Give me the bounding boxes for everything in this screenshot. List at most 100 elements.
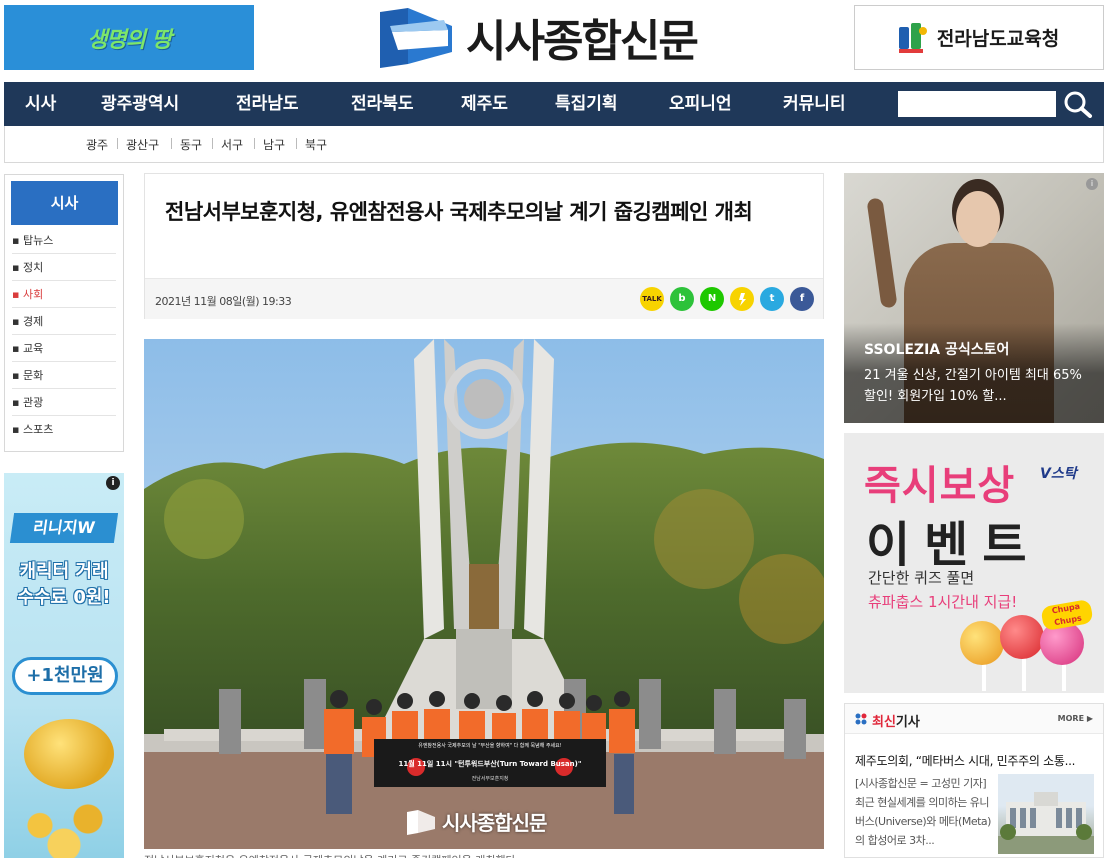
subnav-divider bbox=[117, 138, 118, 149]
ad-model-arm bbox=[866, 197, 898, 309]
sidebar-item-politics[interactable]: ▪ 정치 bbox=[12, 254, 116, 281]
left-game-ad[interactable]: i 리니지W 캐릭터 거래 수수료 0원! +1천만원 bbox=[4, 473, 124, 858]
kakaotalk-share-icon[interactable]: TALK bbox=[640, 287, 664, 311]
nav-item-opinion[interactable]: 오피니언 bbox=[669, 82, 732, 126]
chupa-chups-logo: Chupa Chups bbox=[1040, 598, 1094, 632]
latest-title-rest: 기사 bbox=[895, 715, 920, 730]
search-input[interactable] bbox=[898, 91, 1056, 117]
lollipop-icon bbox=[1000, 615, 1044, 659]
right-event-ad[interactable]: 즉시보상 V스탁 이벤트 간단한 퀴즈 풀면 츄파춥스 1시간내 지급! Chu… bbox=[844, 433, 1104, 693]
article-photo: 유엔참전용사 국제추모의 날 "부산을 향하여" 다 함께 묵념해 주세요! 1… bbox=[144, 339, 824, 849]
latest-thumbnail[interactable] bbox=[998, 774, 1094, 854]
subnav-item-dong[interactable]: 동구 bbox=[180, 136, 202, 153]
photo-banner-line2: 11월 11일 11시 "턴투워드부산(Turn Toward Busan)" bbox=[398, 760, 582, 768]
sidebar-item-label: 관광 bbox=[22, 396, 44, 409]
sidebar-item-topnews[interactable]: ▪ 탑뉴스 bbox=[12, 227, 116, 254]
nav-item-gwangju[interactable]: 광주광역시 bbox=[101, 82, 179, 126]
sidebar-title[interactable]: 시사 bbox=[11, 181, 118, 225]
latest-news-title: 최신기사 bbox=[872, 711, 920, 730]
subnav-item-gwangsan[interactable]: 광산구 bbox=[126, 136, 159, 153]
subnav-item-seo[interactable]: 서구 bbox=[221, 136, 243, 153]
sidebar-item-label: 문화 bbox=[22, 369, 44, 382]
sidebar-item-culture[interactable]: ▪ 문화 bbox=[12, 362, 116, 389]
left-ad-pill: +1천만원 bbox=[12, 657, 118, 695]
event-ad-line2: 이벤트 bbox=[866, 517, 1041, 573]
photo-banner-line1: 유엔참전용사 국제추모의 날 "부산을 향하여" 다 함께 묵념해 주세요! bbox=[418, 743, 562, 749]
kakaostory-share-icon[interactable] bbox=[730, 287, 754, 311]
watermark-logo-icon bbox=[407, 809, 435, 835]
latest-body[interactable]: [시사종합신문 = 고성민 기자] 최근 현실세계를 의미하는 유니버스(Uni… bbox=[855, 774, 995, 850]
nav-item-community[interactable]: 커뮤니티 bbox=[783, 82, 846, 126]
subnav-item-gwangju[interactable]: 광주 bbox=[86, 136, 108, 153]
naver-share-icon[interactable]: N bbox=[700, 287, 724, 311]
subnav-divider bbox=[296, 138, 297, 149]
page: 생명의 땅 시사종합신문 전라남도교육청 시사 광주광역시 전라남도 전라북도 … bbox=[0, 0, 1108, 858]
photo-banner-line3: 전남서부보훈지청 bbox=[471, 776, 509, 782]
event-ad-line1: 즉시보상 bbox=[864, 463, 1016, 509]
photo-watermark: 시사종합신문 bbox=[406, 807, 547, 836]
education-office-emblem-icon bbox=[898, 22, 927, 53]
nav-item-special[interactable]: 특집기획 bbox=[555, 82, 618, 126]
nav-item-jeonnam[interactable]: 전라남도 bbox=[236, 82, 299, 126]
band-share-icon[interactable]: b bbox=[670, 287, 694, 311]
logo-book-icon bbox=[378, 6, 454, 68]
header-right-banner[interactable]: 전라남도교육청 bbox=[854, 5, 1104, 70]
search-box bbox=[883, 82, 1104, 126]
fashion-ad-text: 21 겨울 신상, 간절기 아이템 최대 65% 할인! 회원가입 10% 할.… bbox=[864, 368, 1082, 404]
left-ad-line1: 캐릭터 거래 bbox=[19, 561, 109, 582]
subnav-divider bbox=[171, 138, 172, 149]
logo-text: 시사종합신문 bbox=[466, 16, 699, 67]
article-meta-bar: 2021년 11월 08일(월) 19:33 TALK b N t f bbox=[145, 278, 823, 319]
nav-item-jeonbuk[interactable]: 전라북도 bbox=[351, 82, 414, 126]
coins-icon bbox=[4, 793, 124, 858]
latest-dots-icon bbox=[855, 713, 867, 725]
subnav-item-nam[interactable]: 남구 bbox=[263, 136, 285, 153]
event-ad-line4: 츄파춥스 1시간내 지급! bbox=[868, 593, 1018, 611]
piggy-bank-icon bbox=[24, 719, 114, 789]
right-fashion-ad[interactable]: i SSOLEZIA 공식스토어 21 겨울 신상, 간절기 아이템 최대 65… bbox=[844, 173, 1104, 423]
article-header: 전남서부보훈지청, 유엔참전용사 국제추모의날 계기 줍깅캠페인 개최 2021… bbox=[144, 173, 824, 319]
sidebar-item-education[interactable]: ▪ 교육 bbox=[12, 335, 116, 362]
sidebar-item-label: 교육 bbox=[22, 342, 44, 355]
left-banner-text: 생명의 땅 bbox=[87, 27, 172, 53]
event-ad-line3: 간단한 퀴즈 풀면 bbox=[868, 569, 975, 587]
facebook-share-icon[interactable]: f bbox=[790, 287, 814, 311]
ad-info-icon[interactable]: i bbox=[106, 476, 120, 490]
photo-caption: 전남서부보훈지청은 유엔참전용사 국제추모의날을 계기로 줍깅캠페인을 개최했다… bbox=[144, 852, 824, 858]
watermark-text: 시사종합신문 bbox=[442, 811, 547, 835]
latest-title-red: 최신 bbox=[872, 715, 896, 730]
sidebar-item-tourism[interactable]: ▪ 관광 bbox=[12, 389, 116, 416]
latest-news-header: 최신기사 MORE ▶ bbox=[845, 704, 1103, 734]
right-banner-text: 전라남도교육청 bbox=[936, 28, 1060, 50]
event-ad-brand: V스탁 bbox=[1040, 466, 1077, 482]
ad-model-head bbox=[956, 191, 1000, 247]
lollipop-icon bbox=[960, 621, 1004, 665]
sidebar-item-label: 사회 bbox=[22, 288, 44, 301]
search-icon[interactable] bbox=[1063, 90, 1093, 118]
sidebar-item-label: 경제 bbox=[22, 315, 44, 328]
sidebar-item-label: 탑뉴스 bbox=[22, 234, 54, 247]
site-logo[interactable]: 시사종합신문 bbox=[378, 4, 699, 70]
article-title: 전남서부보훈지청, 유엔참전용사 국제추모의날 계기 줍깅캠페인 개최 bbox=[165, 200, 753, 224]
nav-item-sisa[interactable]: 시사 bbox=[25, 82, 56, 126]
sidebar-item-label: 스포츠 bbox=[22, 423, 54, 436]
section-sidebar: 시사 ▪ 탑뉴스 ▪ 정치 ▪ 사회 ▪ 경제 ▪ 교육 ▪ 문화 ▪ 관광 ▪… bbox=[4, 174, 124, 452]
article-date: 2021년 11월 08일(월) 19:33 bbox=[155, 295, 292, 308]
sub-nav: 광주 광산구 동구 서구 남구 북구 bbox=[4, 126, 1104, 163]
fashion-ad-title: SSOLEZIA 공식스토어 bbox=[864, 342, 1010, 358]
subnav-divider bbox=[212, 138, 213, 149]
latest-headline[interactable]: 제주도의회, “메타버스 시대, 민주주의 소통... bbox=[855, 752, 1093, 769]
more-link[interactable]: MORE ▶ bbox=[1058, 714, 1093, 723]
subnav-divider bbox=[254, 138, 255, 149]
sidebar-item-sports[interactable]: ▪ 스포츠 bbox=[12, 416, 116, 443]
sidebar-item-society[interactable]: ▪ 사회 bbox=[12, 281, 116, 308]
sidebar-item-economy[interactable]: ▪ 경제 bbox=[12, 308, 116, 335]
left-ad-brand: 리니지W bbox=[9, 513, 119, 543]
left-ad-line2: 수수료 0원! bbox=[17, 587, 111, 608]
subnav-item-buk[interactable]: 북구 bbox=[305, 136, 327, 153]
header-left-banner[interactable]: 생명의 땅 bbox=[4, 5, 254, 70]
latest-news-box: 최신기사 MORE ▶ 제주도의회, “메타버스 시대, 민주주의 소통... … bbox=[844, 703, 1104, 858]
twitter-share-icon[interactable]: t bbox=[760, 287, 784, 311]
ad-info-icon[interactable]: i bbox=[1086, 178, 1098, 190]
nav-item-jeju[interactable]: 제주도 bbox=[461, 82, 508, 126]
